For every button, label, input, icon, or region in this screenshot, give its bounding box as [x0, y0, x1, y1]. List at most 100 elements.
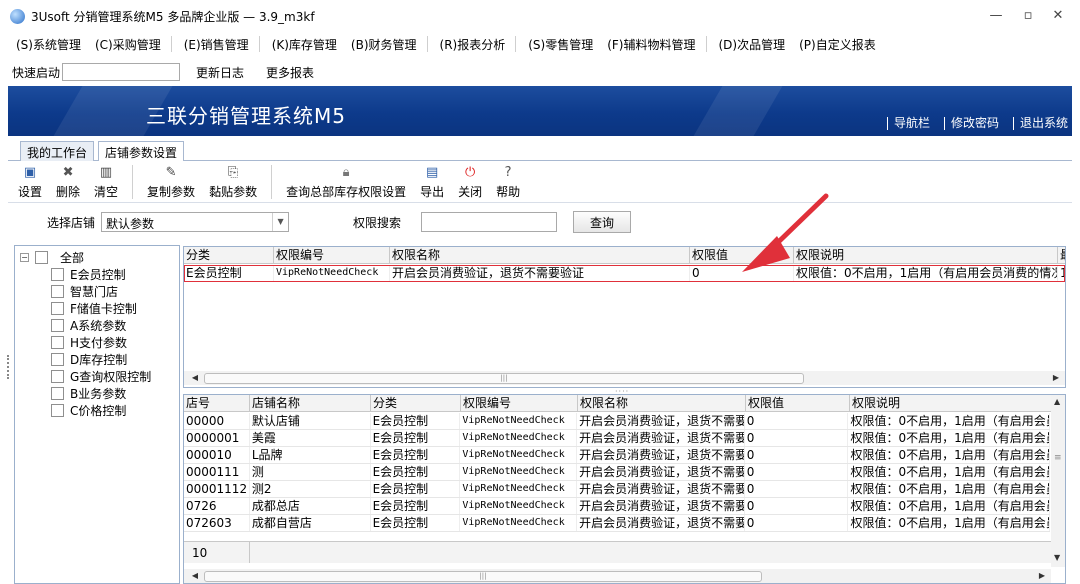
paste-params-button[interactable]: ⎘ 黏贴参数: [209, 165, 257, 200]
table-row[interactable]: E会员控制 VipReNotNeedCheck 开启会员消费验证，退货不需要验证…: [184, 265, 1065, 282]
save-button[interactable]: ▣ 设置: [18, 165, 42, 200]
menu-inventory[interactable]: (K)库存管理: [268, 36, 341, 53]
scroll-down-icon[interactable]: ▼: [1054, 553, 1060, 562]
tree-item[interactable]: G查询权限控制: [51, 368, 151, 384]
column-header[interactable]: 权限值: [690, 247, 794, 263]
menu-system[interactable]: (S)系统管理: [12, 36, 85, 53]
tree-item[interactable]: E会员控制: [51, 266, 126, 282]
tab-my-workbench[interactable]: 我的工作台: [20, 141, 95, 161]
grid-cell: L品牌: [250, 447, 371, 463]
table-row[interactable]: 0726 成都总店 E会员控制 VipReNotNeedCheck 开启会员消费验证，退…: [184, 498, 1050, 515]
tree-checkbox[interactable]: [51, 284, 64, 298]
scroll-left-icon[interactable]: ◀: [188, 569, 202, 583]
column-header[interactable]: 权限说明: [850, 395, 1052, 411]
tab-store-params[interactable]: 店铺参数设置: [98, 141, 185, 162]
update-log-link[interactable]: 更新日志: [196, 64, 244, 81]
table-row[interactable]: 000010 L品牌 E会员控制 VipReNotNeedCheck 开启会员消费验证，…: [184, 447, 1050, 464]
close-button[interactable]: ⏻ 关闭: [458, 165, 482, 200]
change-password-link[interactable]: 修改密码: [943, 117, 999, 130]
column-header[interactable]: 权限名称: [390, 247, 690, 263]
tree-item[interactable]: F储值卡控制: [51, 300, 137, 316]
horizontal-scrollbar[interactable]: ◀ ||| ▶: [184, 371, 1065, 385]
column-header[interactable]: 权限说明: [794, 247, 1058, 263]
column-header[interactable]: 店号: [184, 395, 250, 411]
scroll-right-icon[interactable]: ▶: [1049, 371, 1063, 385]
chevron-down-icon[interactable]: ▼: [272, 213, 288, 231]
table-row[interactable]: 072603 成都自营店 E会员控制 VipReNotNeedCheck 开启会员消费验…: [184, 515, 1050, 532]
scroll-thumb[interactable]: |||: [204, 373, 804, 384]
collapse-icon[interactable]: −: [20, 252, 29, 262]
query-perm-button[interactable]: 🔒︎ 查询总部库存权限设置: [286, 165, 406, 200]
menu-reports[interactable]: (R)报表分析: [436, 36, 510, 53]
export-button[interactable]: ▤ 导出: [420, 165, 444, 200]
tree-checkbox[interactable]: [35, 250, 48, 264]
scroll-left-icon[interactable]: ◀: [188, 371, 202, 385]
vertical-scrollbar[interactable]: ▲ ≡ ▼: [1051, 395, 1065, 567]
grid-cell: 开启会员消费验证，退货不需要: [579, 464, 745, 480]
delete-button[interactable]: ✖ 删除: [56, 165, 80, 200]
grid-cell: E会员控制: [371, 447, 461, 463]
table-row[interactable]: 0000001 美霞 E会员控制 VipReNotNeedCheck 开启会员消费验证，…: [184, 430, 1050, 447]
tree-checkbox[interactable]: [51, 301, 64, 315]
column-header[interactable]: 分类: [184, 247, 274, 263]
store-select[interactable]: 默认参数 ▼: [101, 212, 290, 232]
menu-defective[interactable]: (D)次品管理: [715, 36, 790, 53]
table-row[interactable]: 00000 默认店铺 E会员控制 VipReNotNeedCheck 开启会员消费验证，…: [184, 413, 1050, 430]
tree-item[interactable]: 智慧门店: [51, 283, 118, 299]
menu-finance[interactable]: (B)财务管理: [347, 36, 421, 53]
tree-item[interactable]: A系统参数: [51, 317, 126, 333]
tree-item[interactable]: C价格控制: [51, 402, 126, 418]
tree-checkbox[interactable]: [51, 369, 64, 383]
grid-cell: VipReNotNeedCheck: [274, 265, 390, 281]
scroll-thumb[interactable]: ≡: [1054, 453, 1062, 463]
column-header[interactable]: 权限编号: [274, 247, 390, 263]
help-button[interactable]: ? 帮助: [496, 165, 520, 200]
scroll-right-icon[interactable]: ▶: [1035, 569, 1049, 583]
column-header[interactable]: 店铺名称: [250, 395, 371, 411]
tree-checkbox[interactable]: [51, 318, 64, 332]
perm-search-input[interactable]: [421, 212, 558, 232]
grid-cell: VipReNotNeedCheck: [460, 498, 578, 514]
column-header[interactable]: 权限值: [746, 395, 850, 411]
menu-retail[interactable]: (S)零售管理: [524, 36, 597, 53]
tree-checkbox[interactable]: [51, 403, 64, 417]
column-header[interactable]: 权限编号: [461, 395, 578, 411]
tree-checkbox[interactable]: [51, 386, 64, 400]
table-row[interactable]: 00001112 测2 E会员控制 VipReNotNeedCheck 开启会员消费验证…: [184, 481, 1050, 498]
tree-root-label: 全部: [60, 250, 85, 265]
column-header[interactable]: 分类: [371, 395, 461, 411]
query-button[interactable]: 查询: [573, 211, 632, 233]
table-row[interactable]: 0000111 测 E会员控制 VipReNotNeedCheck 开启会员消费验证，退…: [184, 464, 1050, 481]
minimize-icon[interactable]: —: [986, 8, 1006, 24]
grid-cell: 0: [690, 265, 794, 281]
tree-item[interactable]: D库存控制: [51, 351, 127, 367]
grid-cell: 权限值：0不启用，1启用（有启用会员: [850, 413, 1050, 429]
close-window-icon[interactable]: ✕: [1048, 8, 1068, 24]
menu-purchase[interactable]: (C)采购管理: [91, 36, 165, 53]
tree-item[interactable]: H支付参数: [51, 334, 127, 350]
menu-custom-reports[interactable]: (P)自定义报表: [795, 36, 880, 53]
logout-link[interactable]: 退出系统: [1012, 117, 1068, 130]
copy-params-button[interactable]: ✎ 复制参数: [147, 165, 195, 200]
clear-button[interactable]: ▥ 清空: [94, 165, 118, 200]
splitter-grip[interactable]: [7, 355, 10, 379]
column-header[interactable]: 权限名称: [578, 395, 746, 411]
scroll-thumb[interactable]: |||: [204, 571, 762, 582]
more-reports-link[interactable]: 更多报表: [266, 64, 314, 81]
tree-root[interactable]: − 全部: [20, 249, 84, 265]
tree-item[interactable]: B业务参数: [51, 385, 126, 401]
menu-sales[interactable]: (E)销售管理: [180, 36, 253, 53]
tree-checkbox[interactable]: [51, 335, 64, 349]
tree-checkbox[interactable]: [51, 267, 64, 281]
window-title: 3Usoft 分销管理系统M5 多品牌企业版 — 3.9_m3kf: [31, 9, 315, 24]
grid-cell: 权限值：0不启用，1启用（有启用会员: [850, 430, 1050, 446]
column-header[interactable]: 最: [1058, 247, 1065, 263]
horizontal-scrollbar[interactable]: ◀ ||| ▶: [184, 569, 1051, 583]
scroll-up-icon[interactable]: ▲: [1054, 397, 1060, 406]
tree-checkbox[interactable]: [51, 352, 64, 366]
restore-icon[interactable]: ▫: [1018, 8, 1038, 24]
quick-launch-input[interactable]: [62, 63, 181, 81]
grid-cell: 1: [1058, 265, 1065, 281]
nav-bar-link[interactable]: 导航栏: [886, 117, 930, 130]
menu-materials[interactable]: (F)辅料物料管理: [603, 36, 699, 53]
